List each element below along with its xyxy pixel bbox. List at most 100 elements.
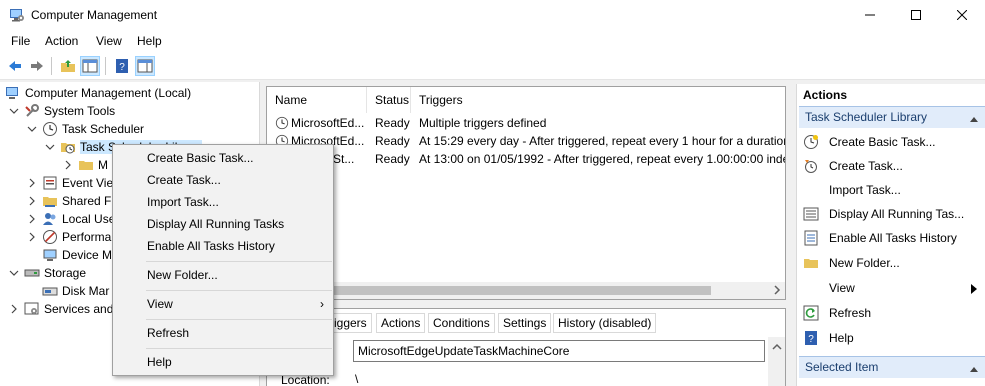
action-new-folder[interactable]: New Folder... [799, 251, 983, 275]
menu-file[interactable]: File [11, 34, 30, 48]
actions-group-selected-item[interactable]: Selected Item [799, 356, 985, 378]
task-status: Ready [375, 134, 410, 148]
chevron-right-icon[interactable] [26, 177, 38, 189]
task-triggers: At 13:00 on 01/05/1992 - After triggered… [419, 152, 785, 166]
action-label: New Folder... [829, 256, 900, 270]
tree-item-computer-management[interactable]: Computer Management (Local) [5, 84, 191, 102]
action-refresh[interactable]: Refresh [799, 301, 983, 325]
task-name-field[interactable]: MicrosoftEdgeUpdateTaskMachineCore [353, 340, 765, 362]
action-label: Refresh [829, 306, 872, 320]
scrollbar-thumb[interactable] [331, 286, 711, 295]
help-icon: ? [803, 330, 819, 346]
chevron-down-icon[interactable] [8, 105, 20, 117]
menu-help[interactable]: Help [137, 34, 162, 48]
scroll-right-icon[interactable] [773, 284, 781, 299]
action-create-basic-task[interactable]: Create Basic Task... [799, 130, 983, 154]
chevron-right-icon[interactable] [26, 231, 38, 243]
group-title: Task Scheduler Library [805, 110, 928, 124]
disk-icon [42, 283, 58, 299]
window-title: Computer Management [31, 8, 158, 22]
action-create-task[interactable]: Create Task... [799, 154, 983, 178]
context-help[interactable]: Help [114, 352, 332, 372]
context-display-all-running-tasks[interactable]: Display All Running Tasks [114, 214, 332, 234]
action-label: Create Task... [829, 159, 903, 173]
action-display-all-running-tasks[interactable]: Display All Running Tas... [799, 202, 983, 226]
tree-item-system-tools[interactable]: System Tools [8, 102, 115, 120]
services-icon [24, 301, 40, 317]
help-book-icon: ? [116, 59, 128, 73]
menu-view[interactable]: View [96, 34, 122, 48]
column-header-status[interactable]: Status [367, 87, 411, 113]
context-create-task[interactable]: Create Task... [114, 170, 332, 190]
table-row[interactable]: MicrosoftEd... Ready At 15:29 every day … [267, 132, 785, 150]
chevron-right-icon[interactable] [62, 159, 74, 171]
action-import-task[interactable]: Import Task... [799, 178, 983, 202]
column-header-name[interactable]: Name [267, 87, 367, 113]
action-view[interactable]: View [799, 276, 983, 300]
context-view[interactable]: View › [114, 294, 332, 314]
maximize-button[interactable] [893, 0, 939, 30]
console-tree-icon [82, 59, 98, 73]
action-label: Create Basic Task... [829, 135, 936, 149]
task-triggers: Multiple triggers defined [419, 116, 547, 130]
tree-item-event-viewer[interactable]: Event Vie [26, 174, 113, 192]
vertical-scrollbar[interactable] [768, 337, 785, 386]
context-create-basic-task[interactable]: Create Basic Task... [114, 148, 332, 168]
chevron-right-icon[interactable] [26, 195, 38, 207]
back-button[interactable] [5, 56, 25, 76]
chevron-down-icon[interactable] [44, 141, 56, 153]
context-refresh[interactable]: Refresh [114, 323, 332, 343]
action-enable-all-tasks-history[interactable]: Enable All Tasks History [799, 226, 983, 250]
task-clock-icon [275, 116, 291, 133]
tab-conditions[interactable]: Conditions [428, 313, 495, 333]
action-help[interactable]: ? Help [799, 326, 983, 350]
tree-item-microsoft-folder[interactable]: M [62, 156, 108, 174]
context-enable-all-tasks-history[interactable]: Enable All Tasks History [114, 236, 332, 256]
toolbar-separator [105, 57, 106, 75]
tree-item-storage[interactable]: Storage [8, 264, 86, 282]
collapse-up-icon[interactable] [969, 362, 979, 376]
chevron-right-icon[interactable] [26, 213, 38, 225]
refresh-icon [803, 305, 819, 321]
location-value: \ [355, 372, 359, 386]
tree-item-shared-folders[interactable]: Shared F [26, 192, 111, 210]
tab-history[interactable]: History (disabled) [553, 313, 657, 333]
create-basic-task-icon [803, 134, 819, 150]
menu-action[interactable]: Action [45, 34, 78, 48]
table-row[interactable]: e St... Ready At 13:00 on 01/05/1992 - A… [267, 150, 785, 168]
chevron-right-icon[interactable] [8, 303, 20, 315]
tree-label: Computer Management (Local) [25, 86, 192, 100]
chevron-down-icon[interactable] [26, 123, 38, 135]
svg-text:?: ? [119, 62, 125, 73]
forward-button[interactable] [27, 56, 47, 76]
help-button[interactable]: ? [112, 56, 132, 76]
action-label: Help [829, 331, 854, 345]
show-hide-action-pane-button[interactable] [135, 56, 155, 76]
table-row[interactable]: MicrosoftEd... Ready Multiple triggers d… [267, 114, 785, 132]
close-button[interactable] [939, 0, 985, 30]
tree-item-performance[interactable]: Performa [26, 228, 111, 246]
column-header-triggers[interactable]: Triggers [411, 87, 785, 113]
tab-settings[interactable]: Settings [498, 313, 552, 333]
tree-item-local-users[interactable]: Local Use [26, 210, 115, 228]
actions-group-task-scheduler-library[interactable]: Task Scheduler Library [799, 106, 985, 128]
context-new-folder[interactable]: New Folder... [114, 265, 332, 285]
tree-item-device-manager[interactable]: Device M [42, 246, 112, 264]
tab-actions[interactable]: Actions [376, 313, 426, 333]
up-one-level-button[interactable] [58, 56, 78, 76]
minimize-icon [865, 14, 875, 16]
show-hide-console-tree-button[interactable] [80, 56, 100, 76]
event-viewer-icon [42, 175, 58, 191]
context-import-task[interactable]: Import Task... [114, 192, 332, 212]
chevron-down-icon[interactable] [8, 267, 20, 279]
horizontal-scrollbar[interactable] [267, 282, 785, 299]
tree-item-services-and-applications[interactable]: Services and [8, 300, 113, 318]
collapse-up-icon[interactable] [969, 112, 979, 126]
scroll-up-icon[interactable] [772, 340, 782, 354]
tree-item-disk-management[interactable]: Disk Mar [42, 282, 109, 300]
tree-item-task-scheduler[interactable]: Task Scheduler [26, 120, 144, 138]
tree-label: Storage [44, 266, 87, 280]
task-name: MicrosoftEd... [291, 116, 365, 130]
minimize-button[interactable] [847, 0, 893, 30]
task-history-icon [803, 230, 819, 246]
